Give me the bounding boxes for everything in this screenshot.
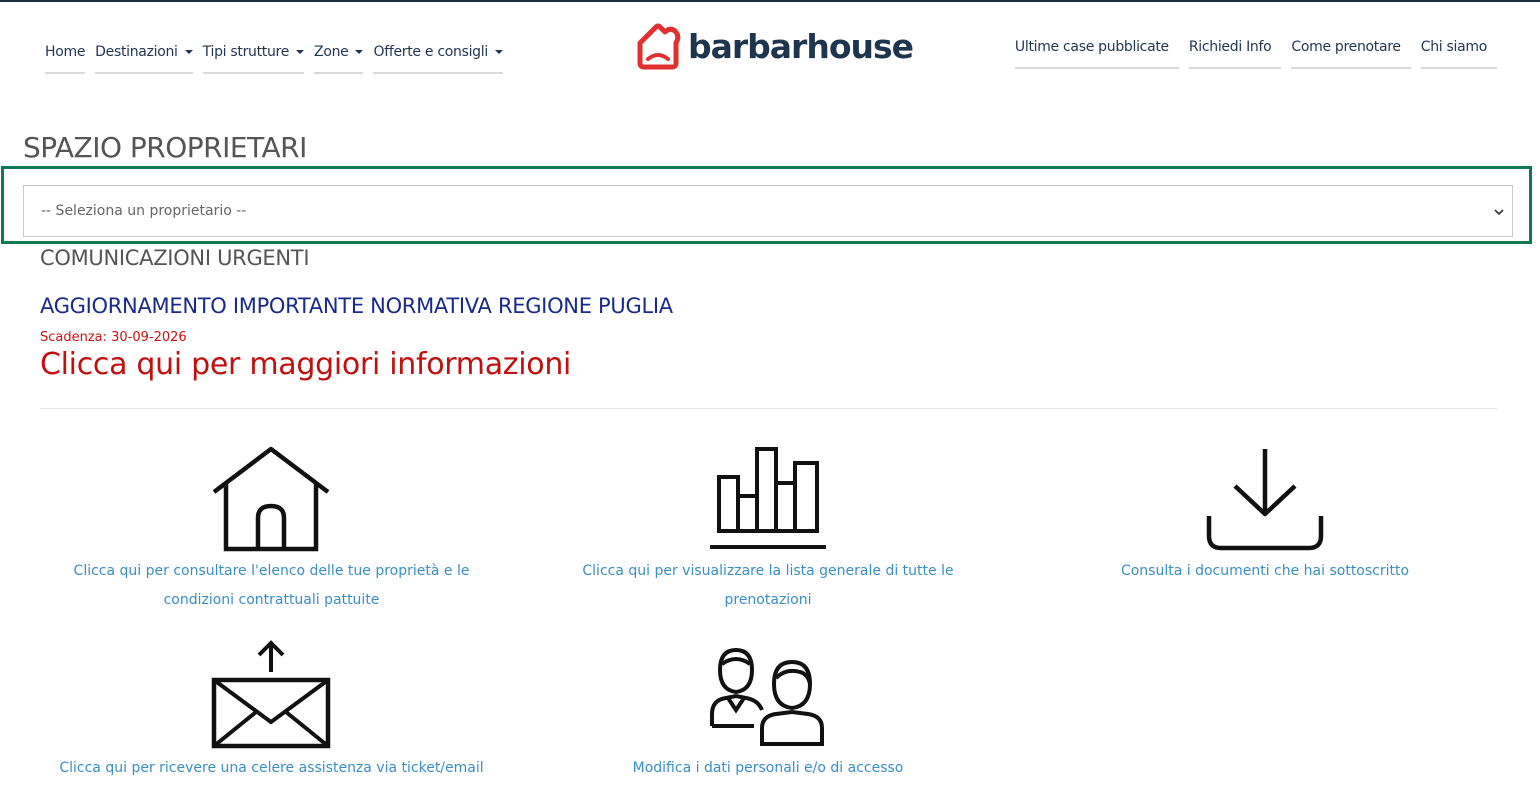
tile-profile-link[interactable]: Modifica i dati personali e/o di accesso <box>540 754 996 783</box>
nav-ultime-case-label: Ultime case pubblicate <box>1014 39 1169 55</box>
section-divider <box>40 408 1497 409</box>
users-icon[interactable] <box>708 644 830 748</box>
chevron-down-icon <box>1494 209 1504 216</box>
tile-properties-link[interactable]: Clicca qui per consultare l'elenco delle… <box>40 557 503 615</box>
nav-tipi-strutture-label: Tipi strutture <box>202 44 290 60</box>
site-logo[interactable]: barbarhouse <box>634 20 914 72</box>
nav-offerte-label: Offerte e consigli <box>373 44 488 60</box>
nav-offerte-consigli[interactable]: Offerte e consigli <box>373 38 503 74</box>
send-mail-icon[interactable] <box>210 640 332 752</box>
nav-chi-siamo-label: Chi siamo <box>1420 39 1488 55</box>
nav-richiedi-info-label: Richiedi Info <box>1188 39 1272 55</box>
caret-down-icon <box>296 50 305 54</box>
more-info-link[interactable]: Clicca qui per maggiori informazioni <box>40 347 571 382</box>
logo-text: barbarhouse <box>688 26 914 66</box>
nav-destinazioni[interactable]: Destinazioni <box>95 38 193 74</box>
nav-chi-siamo[interactable]: Chi siamo <box>1420 33 1497 69</box>
tile-support-link[interactable]: Clicca qui per ricevere una celere assis… <box>40 754 503 783</box>
caret-down-icon <box>355 50 364 54</box>
main-nav-right: Ultime case pubblicate Richiedi Info Com… <box>1005 33 1497 69</box>
nav-come-prenotare[interactable]: Come prenotare <box>1291 33 1411 69</box>
house-heart-logo-icon <box>637 23 681 70</box>
nav-home-label: Home <box>45 44 86 60</box>
tile-documents-link[interactable]: Consulta i documenti che hai sottoscritt… <box>1035 557 1495 586</box>
bar-chart-icon[interactable] <box>708 446 828 552</box>
page-title: SPAZIO PROPRIETARI <box>23 131 307 164</box>
owner-select[interactable]: -- Seleziona un proprietario -- <box>23 185 1513 237</box>
nav-richiedi-info[interactable]: Richiedi Info <box>1188 33 1282 69</box>
house-icon[interactable] <box>210 446 332 552</box>
nav-home[interactable]: Home <box>45 38 85 74</box>
nav-zone-label: Zone <box>314 44 349 60</box>
tile-bookings-link[interactable]: Clicca qui per visualizzare la lista gen… <box>540 557 996 615</box>
urgent-section-title: COMUNICAZIONI URGENTI <box>40 246 310 270</box>
caret-down-icon <box>184 50 193 54</box>
news-title: AGGIORNAMENTO IMPORTANTE NORMATIVA REGIO… <box>40 294 673 318</box>
nav-ultime-case[interactable]: Ultime case pubblicate <box>1014 33 1179 69</box>
nav-destinazioni-label: Destinazioni <box>95 44 178 60</box>
download-icon[interactable] <box>1205 446 1327 552</box>
nav-tipi-strutture[interactable]: Tipi strutture <box>202 38 305 74</box>
nav-zone[interactable]: Zone <box>314 38 364 74</box>
caret-down-icon <box>494 50 503 54</box>
news-deadline: Scadenza: 30-09-2026 <box>40 330 187 345</box>
owner-select-value: -- Seleziona un proprietario -- <box>41 203 247 219</box>
top-border <box>0 0 1540 2</box>
main-nav-left: Home Destinazioni Tipi strutture Zone Of… <box>45 38 513 74</box>
nav-come-prenotare-label: Come prenotare <box>1291 39 1401 55</box>
